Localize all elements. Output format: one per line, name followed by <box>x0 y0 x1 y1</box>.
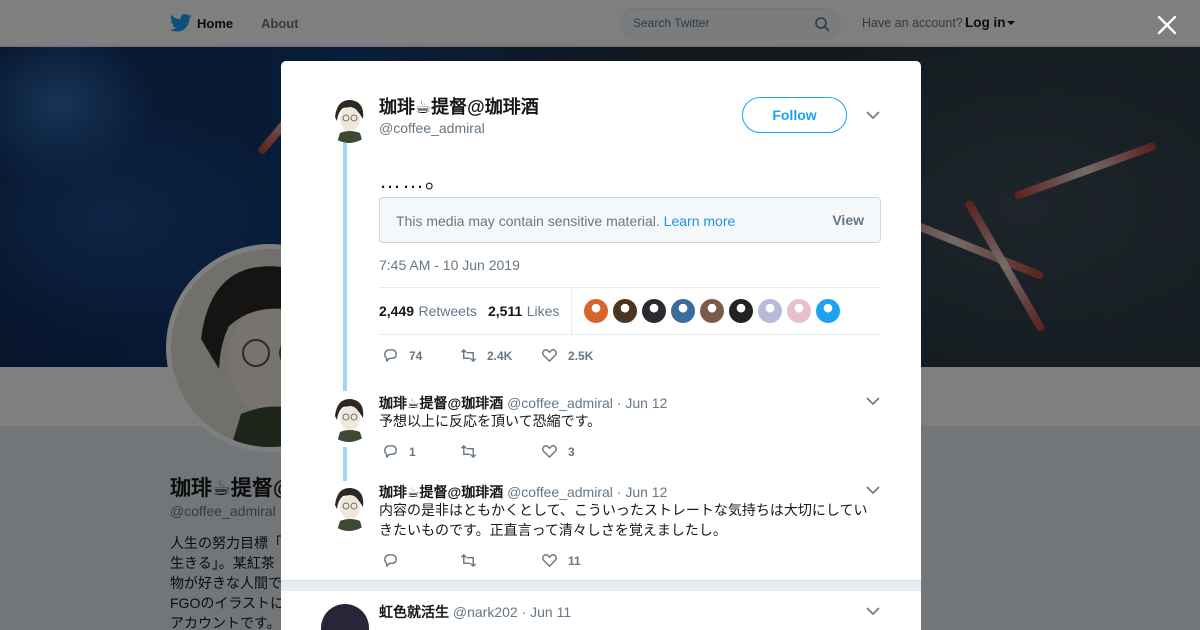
retweet-icon <box>460 348 477 363</box>
likes-count: 2,511 <box>488 303 523 319</box>
reply-date[interactable]: · Jun 12 <box>617 484 668 500</box>
reply-count: 74 <box>409 348 423 363</box>
chevron-down-icon[interactable] <box>866 607 880 616</box>
sensitive-media-notice: This media may contain sensitive materia… <box>379 197 881 243</box>
reply-count: 1 <box>409 444 416 459</box>
liker-avatar[interactable] <box>758 299 782 323</box>
avatar-illustration <box>325 394 373 442</box>
next-tweet-author-name[interactable]: 虹色就活生 <box>379 604 449 620</box>
tweet-timestamp[interactable]: 7:45 AM - 10 Jun 2019 <box>379 257 520 273</box>
reply-avatar[interactable] <box>325 394 373 442</box>
retweet-icon <box>460 444 477 459</box>
retweet-count: 2.4K <box>487 348 513 363</box>
like-action[interactable]: 11 <box>541 552 581 569</box>
next-tweet-handle[interactable]: @nark202 <box>453 604 518 620</box>
reply-icon <box>384 445 397 458</box>
tweet-text: ……。 <box>379 168 449 193</box>
reply-icon <box>384 554 397 567</box>
liker-avatar[interactable] <box>613 299 637 323</box>
like-count: 11 <box>568 553 581 568</box>
like-action[interactable]: 3 <box>541 443 575 460</box>
likes-stat[interactable]: 2,511 Likes <box>488 303 559 321</box>
reply-header: 虹色就活生 @nark202 · Jun 11 <box>379 602 571 622</box>
thread-line <box>343 143 347 391</box>
heart-icon <box>542 554 557 567</box>
author-avatar[interactable] <box>325 95 373 143</box>
reply-action[interactable]: 74 <box>382 347 422 364</box>
liker-avatar[interactable] <box>584 299 608 323</box>
retweets-count: 2,449 <box>379 303 415 319</box>
reply-action[interactable]: 1 <box>382 443 416 460</box>
like-count: 3 <box>568 444 575 459</box>
likes-label: Likes <box>526 303 560 319</box>
avatar-illustration <box>325 483 373 531</box>
chevron-down-icon[interactable] <box>866 486 880 495</box>
heart-icon <box>542 445 557 458</box>
retweets-stat[interactable]: 2,449 Retweets <box>379 303 477 321</box>
liker-avatar[interactable] <box>642 299 666 323</box>
author-name[interactable]: 珈琲☕提督@珈琲酒 <box>379 93 539 119</box>
liker-avatar[interactable] <box>700 299 724 323</box>
retweets-label: Retweets <box>418 303 477 319</box>
stats-divider <box>571 288 572 334</box>
reply-header: 珈琲☕提督@珈琲酒 @coffee_admiral · Jun 12 <box>379 393 667 413</box>
liker-avatar[interactable] <box>787 299 811 323</box>
next-tweet-avatar[interactable] <box>321 604 369 630</box>
reply-author-handle[interactable]: @coffee_admiral <box>507 395 613 411</box>
next-tweet: 虹色就活生 @nark202 · Jun 11 <box>281 591 921 630</box>
reply-icon <box>384 349 397 362</box>
sensitive-notice-text: This media may contain sensitive materia… <box>396 213 735 229</box>
chevron-down-icon[interactable] <box>866 397 880 406</box>
close-icon[interactable] <box>1156 14 1178 36</box>
reply-avatar[interactable] <box>325 483 373 531</box>
reply-action[interactable] <box>382 552 409 569</box>
author-handle[interactable]: @coffee_admiral <box>379 120 485 136</box>
follow-button[interactable]: Follow <box>742 97 847 133</box>
liker-avatar[interactable] <box>729 299 753 323</box>
liker-avatar[interactable] <box>816 299 840 323</box>
tweet-permalink-modal: 珈琲☕提督@珈琲酒 @coffee_admiral Follow ……。 Thi… <box>281 61 921 630</box>
liker-avatar[interactable] <box>671 299 695 323</box>
learn-more-link[interactable]: Learn more <box>664 213 736 229</box>
heart-icon <box>542 349 557 362</box>
like-action[interactable]: 2.5K <box>541 347 593 364</box>
reply-author-name[interactable]: 珈琲☕提督@珈琲酒 <box>379 395 503 411</box>
thread-separator <box>281 580 921 591</box>
reply-date[interactable]: · Jun 12 <box>617 395 668 411</box>
avatar-illustration <box>325 95 373 143</box>
reply-text: 予想以上に反応を頂いて恐縮です。 <box>379 413 602 429</box>
view-media-button[interactable]: View <box>832 212 864 228</box>
tweet-stats: 2,449 Retweets 2,511 Likes <box>379 287 881 335</box>
reply-author-name[interactable]: 珈琲☕提督@珈琲酒 <box>379 484 503 500</box>
retweet-action[interactable]: 2.4K <box>460 347 512 364</box>
like-count: 2.5K <box>568 348 594 363</box>
retweet-action[interactable] <box>460 443 487 460</box>
reply-text: 内容の是非はともかくとして、こういったストレートな気持ちは大切にしていきたいもの… <box>379 502 868 538</box>
chevron-down-icon[interactable] <box>866 111 880 120</box>
next-tweet-date[interactable]: · Jun 11 <box>522 604 572 620</box>
retweet-icon <box>460 553 477 568</box>
reply-header: 珈琲☕提督@珈琲酒 @coffee_admiral · Jun 12 <box>379 482 667 502</box>
thread-line <box>343 447 347 481</box>
retweet-action[interactable] <box>460 552 487 569</box>
reply-author-handle[interactable]: @coffee_admiral <box>507 484 613 500</box>
sensitive-message: This media may contain sensitive materia… <box>396 213 660 229</box>
